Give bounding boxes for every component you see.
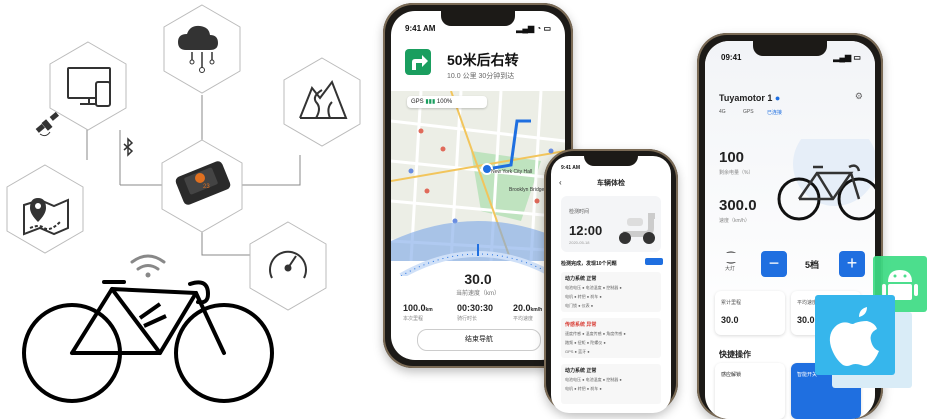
scooter-image	[619, 213, 655, 244]
section-power-2: 动力系统 正常 电池电压 ● 电池温度 ● 控制器 ● 电机 ● 转把 ● 刹车…	[561, 364, 661, 404]
phone-diagnosis: 9:41 AM ‹ 车辆体检 检测时间 12:00 2020-05-18 检测完…	[544, 149, 678, 413]
check-time: 12:00	[569, 223, 603, 238]
section-power-row: 电机 ● 转把 ● 刹车 ●	[565, 294, 602, 299]
hex-devices	[49, 41, 127, 131]
apple-badge	[815, 295, 895, 375]
stat-avg-speed: 20.0km/h 平均速度	[513, 303, 542, 322]
quick-action-unlock[interactable]: 感应解锁	[715, 363, 785, 419]
current-speed-value: 30.0	[464, 271, 492, 287]
avg-speed-label: 平均速度	[797, 300, 818, 306]
stat-distance: 100.0km 本次里程	[403, 303, 433, 322]
avg-speed-value: 30.0	[797, 315, 815, 325]
bicycle-stripe	[138, 302, 167, 328]
gps-status-card: GPS ▮▮▮ 100%	[407, 96, 487, 108]
svg-text:23: 23	[203, 184, 210, 190]
stat-distance-unit: km	[425, 307, 433, 313]
section-sensors-title: 传感系统 异常	[565, 322, 597, 328]
vehicle-name-text: Tuyamotor 1	[719, 93, 773, 103]
stat-duration-label: 骑行时长	[457, 316, 478, 322]
stat-duration: 00:30:30 骑行时长	[457, 303, 493, 322]
phone-notch	[753, 41, 827, 56]
gear-up-button[interactable]: +	[839, 251, 865, 277]
map-label-cityhall: New York City Hall	[491, 169, 533, 175]
stat-avg-speed-unit: km/h	[530, 307, 543, 313]
navigation-screen: 9:41 AM ▂▄▆ ◔ ▭ 50米后右转 10.0 公里 30分钟到达 Ne…	[391, 11, 565, 360]
speed-value: 300.0	[719, 197, 757, 214]
status-time: 9:41 AM	[561, 165, 580, 171]
section-sensors-row: 踏频 ● 扭矩 ● 陀螺仪 ●	[565, 340, 606, 345]
apple-icon	[829, 307, 879, 366]
diagnosis-summary: 检测完成，发现10个问题	[561, 261, 617, 267]
quick-action-unlock-label: 感应解锁	[721, 372, 742, 378]
status-4g: 4G	[719, 109, 726, 115]
headlight-icon[interactable]: ⁐	[727, 253, 735, 264]
section-power-title: 动力系统 正常	[565, 276, 597, 282]
bicycle-photo	[777, 139, 875, 221]
current-speed-label: 当前速度（km）	[456, 291, 500, 297]
settings-icon[interactable]: ⚙	[855, 91, 863, 102]
mileage-value: 30.0	[721, 315, 739, 325]
satellite-icon	[35, 111, 59, 137]
stat-distance-label: 本次里程	[403, 316, 424, 322]
wifi-icon	[130, 254, 166, 278]
nav-eta: 10.0 公里 30分钟到达	[447, 73, 515, 80]
phone-notch	[441, 11, 515, 26]
section-power-row: 电池电压 ● 电池温度 ● 控制器 ●	[565, 285, 622, 290]
gear-down-button[interactable]: −	[761, 251, 787, 277]
turn-right-icon	[405, 49, 431, 75]
quick-actions-title: 快捷操作	[719, 350, 751, 359]
end-navigation-button[interactable]: 结束导航	[417, 329, 541, 351]
headlight-label: 大灯	[725, 266, 736, 272]
status-connected: 已连接	[767, 110, 783, 116]
quick-action-smart-label: 智能开关	[797, 372, 818, 378]
gps-label: GPS	[411, 99, 424, 105]
stat-avg-speed-label: 平均速度	[513, 316, 534, 322]
nav-instruction: 50米后右转	[447, 52, 519, 68]
phone-notch	[584, 156, 638, 166]
bicycle-icon	[22, 280, 274, 403]
iot-connectivity-diagram: 23	[6, 4, 361, 403]
map-label-bridge: Brooklyn Bridge	[509, 187, 545, 193]
status-time: 9:41 AM	[405, 24, 436, 33]
status-gps: GPS	[743, 109, 754, 115]
mileage-card: 累计里程 30.0	[715, 291, 785, 335]
section-power-row: 电门锁 ● 仪表 ●	[565, 303, 594, 308]
repair-button[interactable]	[645, 258, 663, 265]
vehicle-name[interactable]: Tuyamotor 1 ●	[719, 93, 780, 103]
hex-road	[283, 57, 361, 147]
stat-distance-value: 100.0	[403, 303, 426, 313]
section-power: 动力系统 正常 电池电压 ● 电池温度 ● 控制器 ● 电机 ● 转把 ● 刹车…	[561, 272, 661, 312]
signal-icon: ▮▮▮	[425, 99, 436, 105]
section-power-2-title: 动力系统 正常	[565, 368, 597, 374]
battery-value: 100	[719, 149, 745, 166]
status-icons: ▂▄▆ ◔ ▭	[516, 24, 551, 33]
battery-label: 剩余电量（%）	[719, 170, 754, 176]
status-icons: ▂▄▆ ▭	[833, 53, 861, 62]
stat-avg-speed-value: 20.0	[513, 303, 531, 313]
gear-level: 5档	[805, 260, 820, 270]
speed-arc	[399, 244, 557, 276]
section-power-2-row: 电池电压 ● 电池温度 ● 控制器 ●	[565, 377, 622, 382]
verified-icon: ●	[774, 93, 781, 103]
stat-duration-value: 00:30:30	[457, 303, 494, 313]
section-sensors-row: 速度传感 ● 温度传感 ● 角度传感 ●	[565, 331, 626, 336]
battery-label: 100%	[436, 99, 453, 105]
speed-label: 速度（km/h）	[719, 218, 750, 224]
diagnosis-screen: 9:41 AM ‹ 车辆体检 检测时间 12:00 2020-05-18 检测完…	[551, 156, 671, 413]
status-time: 09:41	[721, 53, 742, 62]
mileage-label: 累计里程	[721, 300, 742, 306]
check-date: 2020-05-18	[569, 240, 590, 245]
section-sensors: 传感系统 异常 速度传感 ● 温度传感 ● 角度传感 ● 踏频 ● 扭矩 ● 陀…	[561, 318, 661, 358]
diagnosis-title: 车辆体检	[597, 180, 625, 187]
bluetooth-icon	[123, 137, 134, 157]
check-time-label: 检测时间	[569, 209, 590, 215]
section-sensors-row: GPS ● 蓝牙 ●	[565, 349, 590, 354]
section-power-2-row: 电机 ● 转把 ● 刹车 ●	[565, 386, 602, 391]
